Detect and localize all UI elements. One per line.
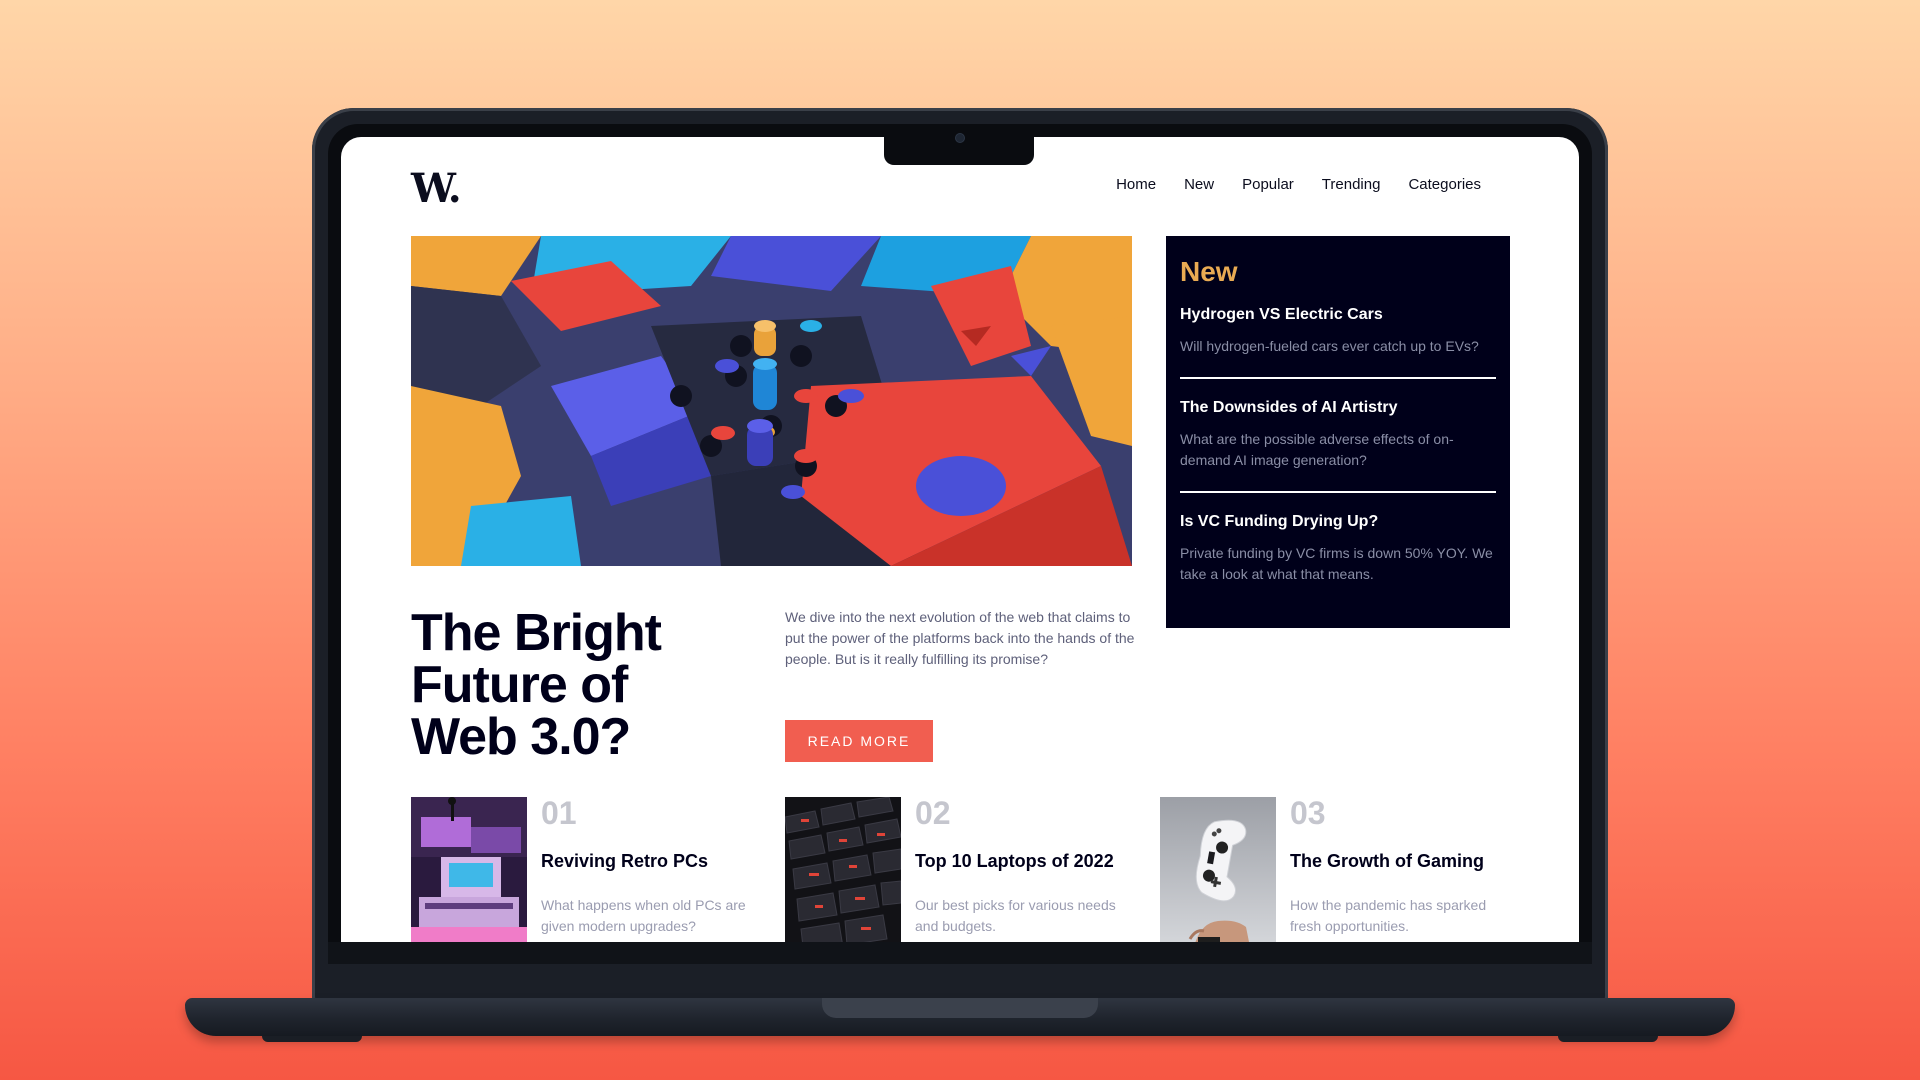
hero-lead-text: We dive into the next evolution of the w… (785, 609, 1135, 667)
card-title[interactable]: The Growth of Gaming (1290, 851, 1490, 872)
article-card-3[interactable]: 03 The Growth of Gaming How the pandemic… (1160, 795, 1490, 942)
hero-headline: The Bright Future of Web 3.0? (411, 604, 662, 766)
retro-pc-image (411, 797, 527, 942)
gamepad-image (1160, 797, 1276, 942)
retro-pc-thumbnail[interactable] (411, 797, 527, 942)
new-articles-panel: New Hydrogen VS Electric Cars Will hydro… (1166, 236, 1510, 628)
news-item-desc: What are the possible adverse effects of… (1180, 431, 1454, 468)
news-item-title[interactable]: The Downsides of AI Artistry (1180, 399, 1496, 417)
camera-icon (955, 133, 965, 143)
laptop-base-notch (822, 998, 1098, 1018)
card-number: 01 (541, 795, 577, 831)
news-item-desc: Private funding by VC firms is down 50% … (1180, 545, 1493, 582)
laptop-foot-left (262, 1036, 362, 1042)
site-logo[interactable]: W. (411, 165, 462, 212)
news-item-title[interactable]: Hydrogen VS Electric Cars (1180, 306, 1496, 324)
news-item[interactable]: Hydrogen VS Electric Cars Will hydrogen-… (1180, 306, 1496, 379)
nav-popular[interactable]: Popular (1242, 176, 1294, 193)
main-nav: Home New Popular Trending Categories (1116, 176, 1481, 193)
nav-trending[interactable]: Trending (1322, 176, 1381, 193)
read-more-button[interactable]: READ MORE (785, 720, 933, 762)
keyboard-image (785, 797, 901, 942)
card-desc: Our best picks for various needs and bud… (915, 897, 1116, 934)
news-item-title[interactable]: Is VC Funding Drying Up? (1180, 513, 1496, 531)
card-desc: What happens when old PCs are given mode… (541, 897, 746, 934)
card-title[interactable]: Reviving Retro PCs (541, 851, 741, 872)
hero-image[interactable] (411, 236, 1132, 566)
article-card-2[interactable]: 02 Top 10 Laptops of 2022 Our best picks… (785, 795, 1116, 942)
nav-home[interactable]: Home (1116, 176, 1156, 193)
nav-new[interactable]: New (1184, 176, 1214, 193)
news-item-desc: Will hydrogen-fueled cars ever catch up … (1180, 338, 1479, 354)
article-card-1[interactable]: 01 Reviving Retro PCs What happens when … (411, 795, 746, 942)
gamepad-thumbnail[interactable] (1160, 797, 1276, 942)
card-number: 02 (915, 795, 951, 831)
nav-categories[interactable]: Categories (1408, 176, 1481, 193)
laptop-foot-right (1558, 1036, 1658, 1042)
laptop-screen-chin (328, 942, 1592, 964)
news-item[interactable]: The Downsides of AI Artistry What are th… (1180, 399, 1496, 493)
card-desc: How the pandemic has sparked fresh oppor… (1290, 897, 1487, 934)
new-panel-title: New (1180, 256, 1238, 287)
news-item[interactable]: Is VC Funding Drying Up? Private funding… (1180, 513, 1496, 605)
hero-illustration (411, 236, 1132, 566)
laptop-keyboard-thumbnail[interactable] (785, 797, 901, 942)
card-number: 03 (1290, 795, 1326, 831)
card-title[interactable]: Top 10 Laptops of 2022 (915, 851, 1115, 872)
laptop-screen: W. Home New Popular Trending Categories (341, 137, 1579, 942)
